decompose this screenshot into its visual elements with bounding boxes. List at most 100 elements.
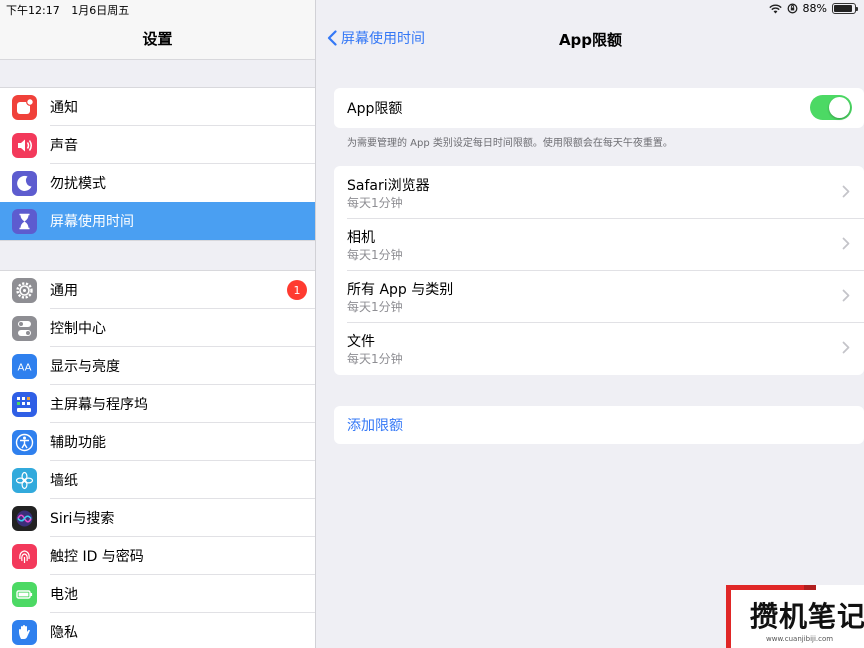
status-date: 1月6日周五: [71, 4, 130, 17]
sidebar-item-label: 墙纸: [50, 473, 78, 489]
watermark-url: www.cuanjibiji.com: [766, 635, 834, 643]
toggles-icon: [12, 315, 37, 341]
settings-group-1: 通知声音勿扰模式屏幕使用时间: [0, 87, 315, 241]
sidebar-item-label: 主屏幕与程序坞: [50, 397, 148, 413]
sidebar-item-label: 屏幕使用时间: [50, 214, 134, 230]
speaker-icon: [12, 132, 37, 158]
detail-pane: 屏幕使用时间 App限额 App限额 为需要管理的 App 类别设定每日时间限额…: [317, 0, 864, 648]
limit-item-title: 文件: [347, 334, 375, 350]
hourglass-icon: [12, 208, 37, 234]
status-bar: 下午12:17 1月6日周五 88%: [0, 0, 864, 18]
sidebar-item-label-wrap: 辅助功能: [50, 422, 315, 461]
sidebar-item-label-wrap: Siri与搜索: [50, 498, 315, 537]
wifi-icon: [768, 4, 782, 13]
limit-item-title: 相机: [347, 230, 375, 246]
status-right: 88%: [768, 2, 858, 15]
limit-item-title: 所有 App 与类别: [347, 282, 454, 298]
hand-icon: [12, 619, 37, 645]
chevron-right-icon: [842, 341, 850, 354]
app-grid-icon: [12, 391, 37, 417]
siri-icon: [12, 505, 37, 531]
sidebar-item-flower[interactable]: 墙纸: [0, 460, 315, 499]
sidebar-item-label-wrap: 勿扰模式: [50, 163, 315, 202]
sidebar-item-label: 显示与亮度: [50, 359, 120, 375]
text-size-icon: AA: [12, 353, 37, 379]
page-title: App限额: [558, 31, 623, 49]
status-left: 下午12:17 1月6日周五: [6, 2, 137, 18]
sidebar-item-label: 声音: [50, 138, 78, 154]
flower-icon: [12, 467, 37, 493]
sidebar-item-label-wrap: 主屏幕与程序坞: [50, 384, 315, 423]
sidebar-item-toggles[interactable]: 控制中心: [0, 308, 315, 347]
sidebar-item-speaker[interactable]: 声音: [0, 125, 315, 164]
sidebar-item-label: 隐私: [50, 625, 78, 641]
notifications-icon: [12, 94, 37, 120]
add-limit-card: 添加限额: [334, 406, 864, 444]
chevron-right-icon: [842, 289, 850, 302]
sidebar-item-hourglass[interactable]: 屏幕使用时间: [0, 202, 315, 240]
limit-item[interactable]: 文件每天1分钟: [334, 322, 864, 374]
sidebar-item-label-wrap: 隐私: [50, 612, 315, 648]
sidebar: 设置 通知声音勿扰模式屏幕使用时间 通用 1 控制中心 AA 显示与亮度主屏幕与程序坞辅…: [0, 0, 316, 648]
sidebar-item-label: 通知: [50, 100, 78, 116]
fingerprint-icon: [12, 543, 37, 569]
app-limits-description: 为需要管理的 App 类别设定每日时间限额。使用限额会在每天午夜重置。: [347, 138, 673, 149]
app-limits-toggle-card: App限额: [334, 88, 864, 128]
sidebar-item-gear[interactable]: 通用 1: [0, 271, 315, 309]
watermark-text: 攒机笔记: [750, 600, 864, 633]
sidebar-item-fingerprint[interactable]: 触控 ID 与密码: [0, 536, 315, 575]
battery-percent: 88%: [802, 2, 827, 15]
limit-item-subtitle: 每天1分钟: [347, 352, 403, 366]
sidebar-item-label-wrap: 触控 ID 与密码: [50, 536, 315, 575]
limits-list: Safari浏览器 每天1分钟 相机 每天1分钟 所有 App 与类别 每天1分钟 文件 每天…: [334, 166, 864, 375]
limit-item-title: Safari浏览器: [347, 178, 430, 194]
battery-fill: [834, 5, 852, 12]
sidebar-item-label-wrap: 控制中心: [50, 308, 315, 347]
sidebar-item-accessibility[interactable]: 辅助功能: [0, 422, 315, 461]
sidebar-item-label: 勿扰模式: [50, 176, 106, 192]
sidebar-item-label: 辅助功能: [50, 435, 106, 451]
sidebar-item-label: 通用: [50, 283, 78, 299]
sidebar-item-label-wrap: 屏幕使用时间: [50, 201, 315, 240]
sidebar-item-battery[interactable]: 电池: [0, 574, 315, 613]
limit-item[interactable]: 相机每天1分钟: [334, 218, 864, 270]
sidebar-item-moon[interactable]: 勿扰模式: [0, 163, 315, 202]
add-limit-button[interactable]: 添加限额: [334, 406, 864, 444]
battery-icon: [832, 3, 858, 14]
watermark: 攒机笔记 www.cuanjibiji.com: [726, 585, 864, 648]
limit-item[interactable]: 所有 App 与类别 每天1分钟: [334, 270, 864, 322]
gear-icon: [12, 277, 37, 303]
sidebar-item-label-wrap: 显示与亮度: [50, 346, 315, 385]
sidebar-item-label-wrap: 电池: [50, 574, 315, 613]
moon-icon: [12, 170, 37, 196]
limit-item[interactable]: Safari浏览器 每天1分钟: [334, 166, 864, 218]
sidebar-item-app-grid[interactable]: 主屏幕与程序坞: [0, 384, 315, 423]
accessibility-icon: [12, 429, 37, 455]
sidebar-item-label-wrap: 通用: [50, 271, 315, 309]
sidebar-item-label-wrap: 墙纸: [50, 460, 315, 499]
limit-item-subtitle: 每天1分钟: [347, 248, 403, 262]
sidebar-item-label: 电池: [50, 587, 78, 603]
sidebar-item-label: Siri与搜索: [50, 511, 115, 527]
limit-item-subtitle: 每天1分钟: [347, 300, 403, 314]
chevron-right-icon: [842, 237, 850, 250]
app-limits-toggle-label: App限额: [347, 101, 403, 117]
settings-group-2: 通用 1 控制中心 AA 显示与亮度主屏幕与程序坞 辅助功能墙纸 Siri与搜索触控 ID …: [0, 270, 315, 648]
sidebar-title: 设置: [142, 30, 173, 48]
sidebar-item-label-wrap: 通知: [50, 88, 315, 126]
app-limits-switch[interactable]: [810, 95, 852, 120]
battery-icon: [12, 581, 37, 607]
sidebar-item-label-wrap: 声音: [50, 125, 315, 164]
orientation-lock-icon: [787, 3, 797, 14]
svg-text:AA: AA: [18, 362, 32, 373]
notification-badge: 1: [287, 280, 307, 300]
sidebar-item-siri[interactable]: Siri与搜索: [0, 498, 315, 537]
sidebar-item-label: 触控 ID 与密码: [50, 549, 144, 565]
sidebar-item-label: 控制中心: [50, 321, 106, 337]
chevron-right-icon: [842, 185, 850, 198]
sidebar-item-text-size[interactable]: AA 显示与亮度: [0, 346, 315, 385]
status-time: 下午12:17: [6, 4, 60, 17]
sidebar-item-notifications[interactable]: 通知: [0, 88, 315, 126]
switch-knob: [829, 97, 850, 118]
sidebar-item-hand[interactable]: 隐私: [0, 612, 315, 648]
